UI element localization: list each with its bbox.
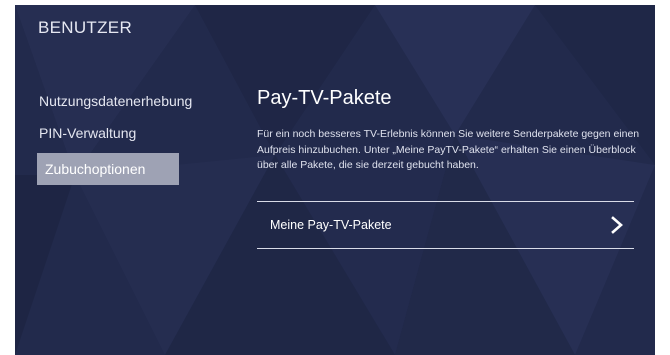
chevron-right-icon bbox=[611, 216, 623, 234]
settings-screen: BENUTZER Nutzungsdatenerhebung PIN-Verwa… bbox=[15, 5, 655, 355]
sidebar-item-nutzungsdatenerhebung[interactable]: Nutzungsdatenerhebung bbox=[37, 85, 192, 117]
screen-title: BENUTZER bbox=[38, 18, 133, 37]
sidebar-item-pin-verwaltung[interactable]: PIN-Verwaltung bbox=[37, 117, 136, 149]
panel-heading: Pay-TV-Pakete bbox=[257, 87, 392, 109]
sidebar-item-zubuchoptionen[interactable]: Zubuchoptionen bbox=[37, 153, 179, 185]
my-pay-tv-packages-label: Meine Pay-TV-Pakete bbox=[270, 218, 392, 232]
my-pay-tv-packages-button[interactable]: Meine Pay-TV-Pakete bbox=[257, 201, 634, 249]
panel-description: Für ein noch besseres TV-Erlebnis können… bbox=[257, 128, 640, 171]
